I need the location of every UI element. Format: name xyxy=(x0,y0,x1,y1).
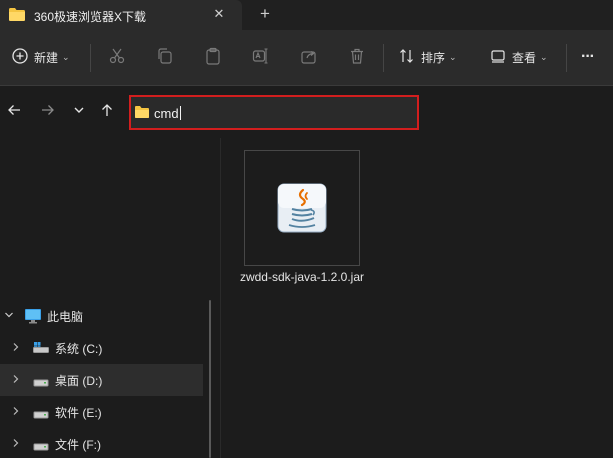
divider xyxy=(383,44,384,72)
system-drive-icon xyxy=(32,341,50,358)
view-button-label: 查看 xyxy=(512,50,537,65)
sidebar-item-drive-d[interactable]: 桌面 (D:) xyxy=(0,364,203,396)
view-button[interactable]: 查看 ⌄ xyxy=(490,42,548,72)
chevron-right-icon[interactable] xyxy=(10,374,22,387)
plus-icon[interactable]: + xyxy=(255,4,275,24)
tab-bar: 360极速浏览器X下载 ✕ + xyxy=(0,0,613,30)
trash-icon xyxy=(348,47,366,68)
chevron-right-icon[interactable] xyxy=(10,438,22,451)
sidebar-scrollbar[interactable] xyxy=(209,300,211,458)
chevron-down-icon xyxy=(73,104,85,119)
more-options-button[interactable]: ··· xyxy=(581,42,595,72)
monitor-icon xyxy=(24,308,42,327)
share-button[interactable] xyxy=(300,42,318,72)
folder-icon xyxy=(8,7,26,25)
arrow-right-icon xyxy=(41,103,55,120)
drive-icon xyxy=(33,408,49,422)
pane-divider[interactable] xyxy=(220,138,221,458)
add-circle-icon xyxy=(12,47,28,67)
delete-button[interactable] xyxy=(348,42,366,72)
sidebar-item-label: 文件 (F:) xyxy=(55,437,101,452)
new-button[interactable]: 新建 ⌄ xyxy=(12,42,70,72)
address-bar[interactable]: cmd xyxy=(129,95,419,130)
chevron-down-icon: ⌄ xyxy=(449,51,457,62)
rename-button[interactable] xyxy=(252,42,270,72)
view-icon xyxy=(490,48,506,67)
recent-locations-button[interactable] xyxy=(68,100,90,122)
sidebar-item-drive-e[interactable]: 软件 (E:) xyxy=(0,396,203,428)
text-caret xyxy=(179,106,181,120)
divider xyxy=(90,44,91,72)
sidebar-item-label: 桌面 (D:) xyxy=(55,373,103,388)
chevron-right-icon[interactable] xyxy=(10,406,22,419)
chevron-down-icon: ⌄ xyxy=(62,51,70,62)
file-item[interactable] xyxy=(244,150,360,266)
address-input-value[interactable]: cmd xyxy=(154,106,181,121)
chevron-right-icon[interactable] xyxy=(10,342,22,355)
tab-active[interactable]: 360极速浏览器X下载 ✕ xyxy=(0,0,242,30)
sidebar-item-drive-f[interactable]: 文件 (F:) xyxy=(0,428,203,458)
rename-icon xyxy=(252,47,270,68)
cut-button[interactable] xyxy=(108,42,126,72)
paste-button[interactable] xyxy=(204,42,222,72)
copy-button[interactable] xyxy=(156,42,174,72)
new-button-label: 新建 xyxy=(34,50,59,65)
clipboard-icon xyxy=(204,47,222,68)
share-icon xyxy=(300,47,318,68)
divider xyxy=(566,44,567,72)
folder-icon xyxy=(134,105,150,122)
arrow-left-icon xyxy=(7,103,21,120)
drive-icon xyxy=(33,440,49,454)
chevron-down-icon: ⌄ xyxy=(540,51,548,62)
close-icon[interactable]: ✕ xyxy=(210,5,228,23)
up-button[interactable] xyxy=(96,100,118,122)
sidebar-item-label: 此电脑 xyxy=(47,309,84,324)
navigation-pane: 此电脑 系统 (C:) 桌面 (D:) 软件 (E:) 文件 (F:) xyxy=(0,138,220,458)
sort-icon xyxy=(399,48,415,67)
forward-button[interactable] xyxy=(37,100,59,122)
file-name[interactable]: zwdd-sdk-java-1.2.0.jar xyxy=(236,269,368,285)
address-row: cmd xyxy=(0,86,613,138)
scissors-icon xyxy=(108,47,126,68)
sort-button[interactable]: 排序 ⌄ xyxy=(399,42,457,72)
copy-icon xyxy=(156,47,174,68)
arrow-up-icon xyxy=(100,103,114,120)
more-icon: ··· xyxy=(581,48,595,65)
chevron-down-icon[interactable] xyxy=(3,310,15,323)
address-path: cmd xyxy=(154,106,179,121)
back-button[interactable] xyxy=(3,100,25,122)
sidebar-item-this-pc[interactable]: 此电脑 xyxy=(0,300,203,332)
java-jar-icon xyxy=(277,183,327,236)
tab-title: 360极速浏览器X下载 xyxy=(34,10,147,24)
sort-button-label: 排序 xyxy=(421,50,446,65)
sidebar-item-label: 软件 (E:) xyxy=(55,405,102,420)
drive-icon xyxy=(33,376,49,390)
sidebar-item-drive-c[interactable]: 系统 (C:) xyxy=(0,332,203,364)
sidebar-item-label: 系统 (C:) xyxy=(55,341,103,356)
command-bar: 新建 ⌄ 排序 ⌄ 查看 ⌄ ··· xyxy=(0,30,613,86)
